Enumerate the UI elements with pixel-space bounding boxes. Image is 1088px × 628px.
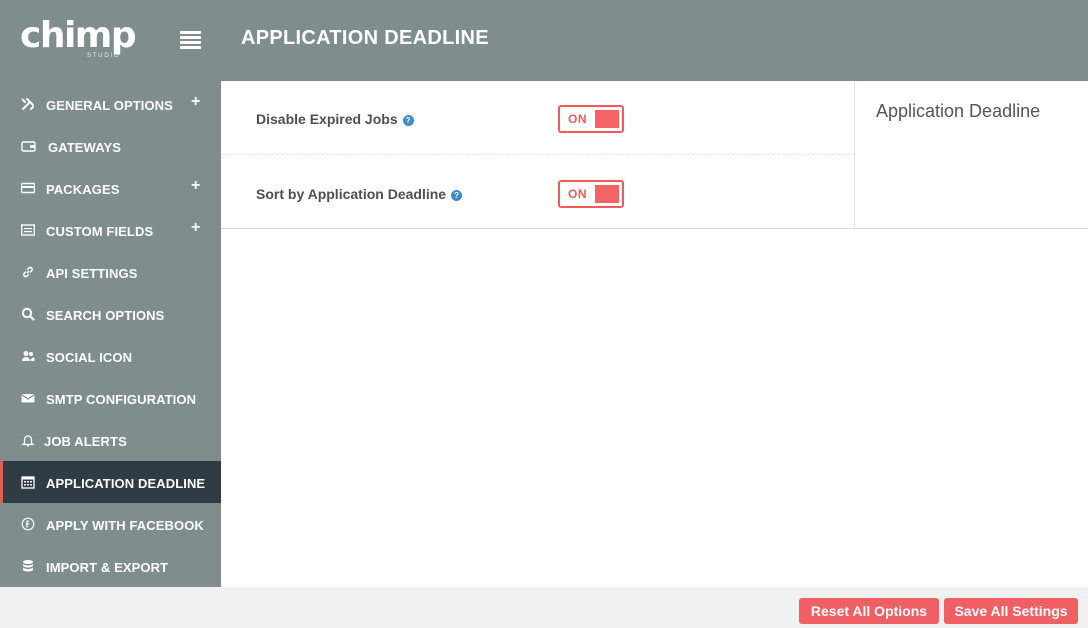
- save-all-settings-button[interactable]: Save All Settings: [944, 598, 1078, 624]
- database-icon: [21, 559, 35, 573]
- wallet-icon: [21, 139, 36, 153]
- bell-icon: [21, 433, 35, 447]
- sidebar-item-search-options[interactable]: SEARCH OPTIONS: [0, 293, 221, 335]
- calendar-icon: [21, 475, 35, 489]
- setting-label-text: Disable Expired Jobs: [256, 111, 398, 127]
- divider: [221, 228, 1088, 229]
- sidebar-item-label: APPLICATION DEADLINE: [46, 476, 206, 491]
- sidebar-item-label: PACKAGES: [46, 182, 120, 197]
- setting-label: Sort by Application Deadline?: [256, 186, 463, 202]
- sidebar-item-label: API SETTINGS: [46, 266, 138, 281]
- sidebar-item-apply-with-facebook[interactable]: APPLY WITH FACEBOOK: [0, 503, 221, 545]
- settings-panel: Disable Expired Jobs? ON Sort by Applica…: [221, 81, 855, 228]
- sidebar-item-packages[interactable]: PACKAGES +: [0, 167, 221, 209]
- sidebar-item-label: SEARCH OPTIONS: [46, 308, 165, 323]
- sidebar-item-import-export[interactable]: IMPORT & EXPORT: [0, 545, 221, 587]
- setting-row-sort-by-application-deadline: Sort by Application Deadline? ON: [221, 155, 855, 228]
- chimp-studio-logo[interactable]: chimp STUDIO: [20, 14, 137, 64]
- page-title: APPLICATION DEADLINE: [241, 27, 489, 49]
- sidebar-item-label: JOB ALERTS: [44, 434, 127, 449]
- description-panel-title: Application Deadline: [876, 101, 1041, 121]
- logo-text: chimp: [20, 15, 137, 56]
- sidebar-item-api-settings[interactable]: API SETTINGS: [0, 251, 221, 293]
- expand-plus-icon[interactable]: +: [191, 220, 203, 236]
- sidebar-item-general-options[interactable]: GENERAL OPTIONS +: [0, 83, 221, 125]
- help-question-icon[interactable]: ?: [402, 115, 414, 126]
- logo-subtext: STUDIO: [87, 53, 121, 59]
- envelope-icon: [21, 391, 35, 405]
- sidebar-item-custom-fields[interactable]: CUSTOM FIELDS +: [0, 209, 221, 251]
- hamburger-menu-icon[interactable]: [179, 30, 203, 50]
- sidebar-item-label: GATEWAYS: [48, 140, 122, 155]
- main-content: Disable Expired Jobs? ON Sort by Applica…: [221, 81, 1088, 587]
- disable-expired-jobs-toggle[interactable]: ON: [558, 105, 624, 133]
- sidebar-item-gateways[interactable]: GATEWAYS: [0, 125, 221, 167]
- reset-all-options-button[interactable]: Reset All Options: [799, 598, 939, 624]
- sidebar-item-job-alerts[interactable]: JOB ALERTS: [0, 419, 221, 461]
- wrench-screwdriver-icon: [21, 97, 35, 111]
- top-header: chimp STUDIO APPLICATION DEADLINE: [0, 0, 1088, 81]
- setting-row-disable-expired-jobs: Disable Expired Jobs? ON: [221, 81, 855, 155]
- toggle-state-text: ON: [568, 112, 587, 126]
- sidebar-item-label: GENERAL OPTIONS: [46, 98, 173, 113]
- expand-plus-icon[interactable]: +: [191, 178, 203, 194]
- sidebar-item-smtp-configuration[interactable]: SMTP CONFIGURATION: [0, 377, 221, 419]
- toggle-knob: [595, 110, 619, 128]
- sidebar-item-label: CUSTOM FIELDS: [46, 224, 154, 239]
- sidebar-item-label: IMPORT & EXPORT: [46, 560, 169, 575]
- expand-plus-icon[interactable]: +: [191, 94, 203, 110]
- setting-label: Disable Expired Jobs?: [256, 111, 414, 127]
- toggle-knob: [595, 185, 619, 203]
- description-panel: Application Deadline: [854, 81, 1088, 228]
- sidebar-item-label: APPLY WITH FACEBOOK: [46, 518, 204, 533]
- users-icon: [21, 349, 35, 363]
- sidebar-item-application-deadline[interactable]: APPLICATION DEADLINE: [0, 461, 221, 503]
- facebook-icon: [21, 517, 35, 531]
- link-icon: [21, 265, 35, 279]
- list-box-icon: [21, 223, 35, 237]
- sidebar: GENERAL OPTIONS + GATEWAYS PACKAGES + CU…: [0, 81, 221, 587]
- sidebar-item-label: SOCIAL ICON: [46, 350, 133, 365]
- credit-card-icon: [21, 181, 35, 195]
- sidebar-item-label: SMTP CONFIGURATION: [46, 392, 197, 407]
- toggle-state-text: ON: [568, 187, 587, 201]
- footer-bar: Reset All Options Save All Settings: [0, 587, 1088, 628]
- sort-by-application-deadline-toggle[interactable]: ON: [558, 180, 624, 208]
- setting-label-text: Sort by Application Deadline: [256, 186, 447, 202]
- help-question-icon[interactable]: ?: [451, 190, 463, 201]
- sidebar-item-social-icon[interactable]: SOCIAL ICON: [0, 335, 221, 377]
- search-icon: [21, 307, 35, 321]
